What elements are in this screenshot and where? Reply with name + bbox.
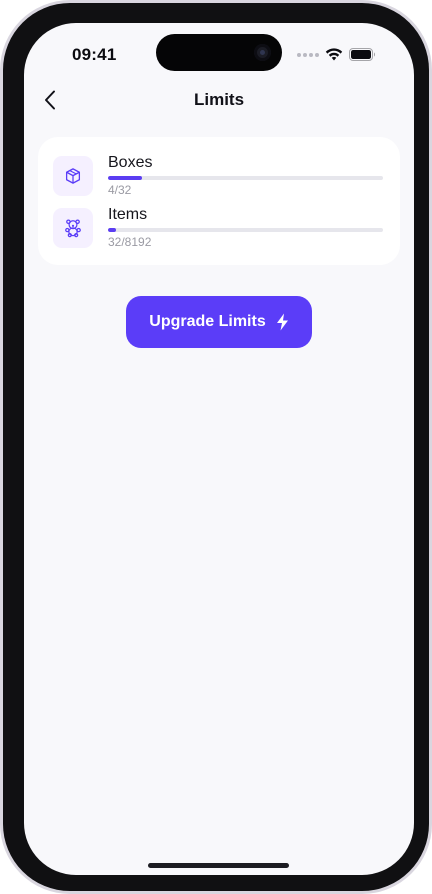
navigation-bar: Limits (24, 79, 414, 123)
status-icons (297, 48, 376, 61)
limit-count: 4/32 (108, 183, 132, 197)
camera-icon (254, 44, 271, 61)
limit-icon-container (53, 156, 93, 196)
progress-bar (108, 176, 383, 180)
limit-count: 32/8192 (108, 235, 152, 249)
dynamic-island (156, 34, 282, 71)
limit-label: Items (108, 206, 148, 223)
upgrade-limits-button[interactable]: Upgrade Limits (126, 296, 312, 348)
upgrade-button-label: Upgrade Limits (149, 313, 266, 330)
limit-icon-container (53, 208, 93, 248)
device-bezel: 09:41 Limits Boxes 4/32 Items 32/8192 Up… (0, 0, 432, 894)
phone-screen: 09:41 Limits Boxes 4/32 Items 32/8192 Up… (24, 23, 414, 875)
progress-fill (108, 176, 142, 180)
progress-fill (108, 228, 116, 232)
wifi-icon (325, 48, 343, 61)
limits-card: Boxes 4/32 Items 32/8192 (38, 137, 400, 265)
battery-icon (349, 48, 375, 61)
limit-label: Boxes (108, 154, 153, 171)
limit-row-boxes: Boxes 4/32 (53, 154, 383, 197)
page-title: Limits (193, 90, 245, 109)
teddy-bear-icon (65, 219, 81, 238)
signal-dots-icon (297, 52, 319, 57)
lightning-icon (276, 313, 288, 331)
limit-row-items: Items 32/8192 (53, 206, 383, 249)
status-time: 09:41 (72, 45, 117, 64)
progress-bar (108, 228, 383, 232)
box-icon (65, 168, 81, 184)
home-indicator (148, 863, 289, 868)
status-bar: 09:41 (24, 23, 414, 77)
device-frame: 09:41 Limits Boxes 4/32 Items 32/8192 Up… (3, 3, 429, 891)
